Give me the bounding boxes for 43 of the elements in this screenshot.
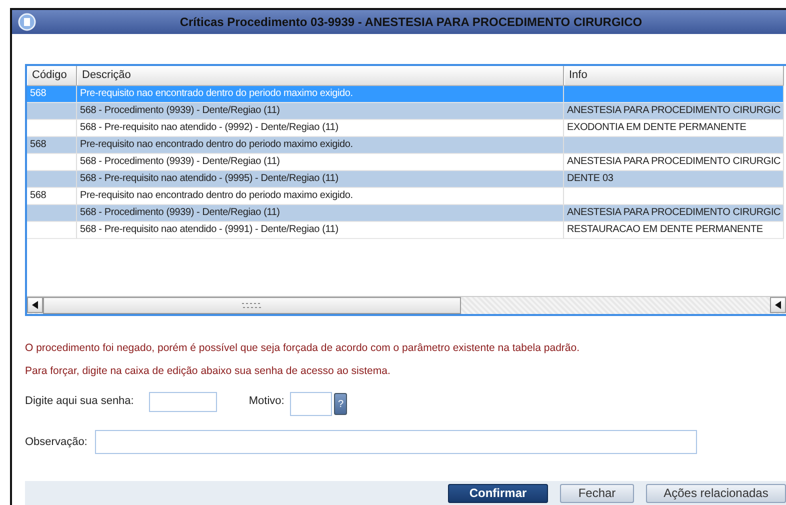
- password-field[interactable]: [148, 392, 217, 412]
- password-label: Digite aqui sua senha:: [25, 395, 134, 407]
- table-row[interactable]: 568 - Procedimento (9939) - Dente/Regiao (11) ANESTESIA PARA PROCEDIMENTO CIRURGIC: [27, 205, 784, 222]
- scroll-left-button[interactable]: [27, 297, 43, 313]
- column-header[interactable]: Código: [27, 66, 77, 85]
- left-arrow-icon: [775, 301, 781, 309]
- table-cell: ANESTESIA PARA PROCEDIMENTO CIRURGIC: [564, 205, 784, 222]
- table-cell: 568 - Pre-requisito nao atendido - (9995) - Dente/Regiao (11): [77, 171, 564, 188]
- window-title: Críticas Procedimento 03-9939 - ANESTESIA PARA PROCEDIMENTO CIRURGICO: [178, 15, 644, 29]
- table-cell: Pre-requisito nao encontrado dentro do periodo maximo exigido.: [77, 137, 564, 154]
- observacao-label: Observação:: [25, 436, 88, 448]
- table-row[interactable]: 568 Pre-requisito nao encontrado dentro do periodo maximo exigido.: [27, 137, 784, 154]
- table-row[interactable]: 568 - Pre-requisito nao atendido - (9991) - Dente/Regiao (11) RESTAURACAO EM DENTE PERMANENTE: [27, 222, 784, 239]
- motivo-field[interactable]: [290, 392, 332, 416]
- action-button[interactable]: Ações relacionadas: [646, 484, 786, 502]
- table-cell: [27, 103, 77, 120]
- help-button[interactable]: ?: [334, 393, 348, 415]
- app-logo-icon: [18, 13, 36, 31]
- horizontal-scrollbar[interactable]: [27, 296, 786, 314]
- table-cell: DENTE 03: [564, 171, 784, 188]
- table-row[interactable]: 568 - Procedimento (9939) - Dente/Regiao (11) ANESTESIA PARA PROCEDIMENTO CIRURGIC: [27, 103, 784, 120]
- action-button[interactable]: Confirmar: [448, 484, 548, 502]
- table-cell: 568 - Procedimento (9939) - Dente/Regiao (11): [77, 205, 564, 222]
- left-arrow-icon: [32, 301, 38, 309]
- table-row[interactable]: 568 - Pre-requisito nao atendido - (9995) - Dente/Regiao (11) DENTE 03: [27, 171, 784, 188]
- table-cell: ANESTESIA PARA PROCEDIMENTO CIRURGIC: [564, 103, 784, 120]
- scroll-thumb[interactable]: [43, 297, 461, 314]
- table-cell: 568: [27, 137, 77, 154]
- warning-message: O procedimento foi negado, porém é possível que seja forçada de acordo com o parâmetro existente na tabela padrão.: [25, 342, 581, 354]
- action-button[interactable]: Fechar: [560, 484, 634, 502]
- table-cell: 568 - Pre-requisito nao atendido - (9991) - Dente/Regiao (11): [77, 222, 564, 239]
- warning-message: Para forçar, digite na caixa de edição abaixo sua senha de acesso ao sistema.: [25, 365, 392, 377]
- scroll-button[interactable]: [770, 297, 786, 313]
- column-header[interactable]: Info: [564, 66, 784, 85]
- observacao-field[interactable]: [95, 430, 698, 454]
- table-cell: RESTAURACAO EM DENTE PERMANENTE: [564, 222, 784, 239]
- column-header[interactable]: Descrição: [77, 66, 564, 85]
- table-cell: [27, 222, 77, 239]
- motivo-label: Motivo:: [248, 395, 284, 407]
- table-cell: 568 - Procedimento (9939) - Dente/Regiao (11): [77, 103, 564, 120]
- grip-icon: [242, 302, 262, 310]
- table-cell: [27, 205, 77, 222]
- table-cell: [27, 171, 77, 188]
